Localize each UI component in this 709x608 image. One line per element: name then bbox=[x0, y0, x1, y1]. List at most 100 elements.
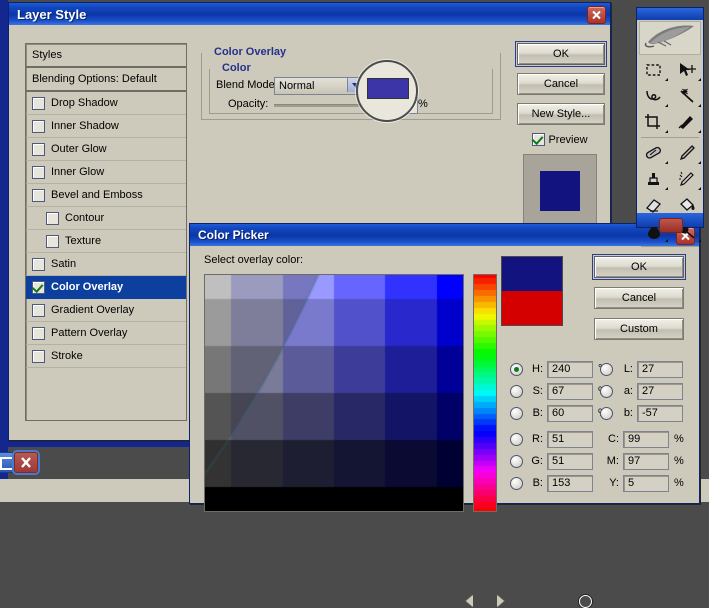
style-enable-checkbox[interactable] bbox=[32, 166, 45, 179]
color-mode-radio[interactable] bbox=[510, 407, 523, 420]
brush-icon[interactable] bbox=[670, 140, 703, 166]
magic-wand-icon[interactable] bbox=[670, 83, 703, 109]
color-mode-radio[interactable] bbox=[510, 363, 523, 376]
color-value-label: H: bbox=[526, 363, 543, 375]
color-value-label: L: bbox=[616, 363, 633, 375]
color-value-row: S:67% bbox=[510, 382, 608, 400]
style-enable-checkbox[interactable] bbox=[32, 258, 45, 271]
preview-checkbox[interactable] bbox=[532, 133, 545, 146]
crop-icon[interactable] bbox=[637, 109, 670, 135]
color-value-text: 97 bbox=[628, 455, 640, 467]
style-enable-checkbox[interactable] bbox=[32, 281, 45, 294]
blend-mode-label: Blend Mode: bbox=[216, 79, 278, 91]
overlay-color-swatch[interactable] bbox=[365, 76, 409, 95]
color-value-input[interactable]: 240 bbox=[547, 361, 593, 378]
color-picker-titlebar[interactable]: Color Picker bbox=[190, 224, 699, 246]
style-enable-checkbox[interactable] bbox=[32, 189, 45, 202]
color-value-input[interactable]: 97 bbox=[623, 453, 669, 470]
style-list-item[interactable]: Color Overlay bbox=[26, 276, 186, 299]
hue-marker-right bbox=[497, 595, 504, 607]
style-enable-checkbox[interactable] bbox=[32, 350, 45, 363]
color-value-input[interactable]: 67 bbox=[547, 383, 593, 400]
opacity-slider-track[interactable] bbox=[274, 104, 374, 107]
style-item-label: Gradient Overlay bbox=[51, 304, 134, 316]
style-enable-checkbox[interactable] bbox=[32, 97, 45, 110]
style-item-label: Pattern Overlay bbox=[51, 327, 127, 339]
preview-box bbox=[523, 154, 597, 228]
style-list-item[interactable]: Outer Glow bbox=[26, 138, 186, 161]
preview-row[interactable]: Preview bbox=[517, 133, 603, 146]
color-overlay-group-label: Color Overlay bbox=[210, 46, 290, 58]
style-enable-checkbox[interactable] bbox=[32, 143, 45, 156]
chevron-down-icon[interactable] bbox=[347, 78, 364, 92]
style-enable-checkbox[interactable] bbox=[32, 120, 45, 133]
slice-icon[interactable] bbox=[670, 109, 703, 135]
opacity-input[interactable]: 100 bbox=[377, 97, 418, 114]
move-icon[interactable] bbox=[670, 57, 703, 83]
cp-custom-button[interactable]: Custom bbox=[594, 318, 684, 340]
tools-palette-close-button[interactable] bbox=[659, 218, 683, 233]
new-style-button[interactable]: New Style... bbox=[517, 103, 605, 125]
style-list-item[interactable]: Blending Options: Default bbox=[26, 68, 186, 92]
style-list-item[interactable]: Gradient Overlay bbox=[26, 299, 186, 322]
color-field[interactable] bbox=[204, 274, 464, 512]
color-field-cursor[interactable] bbox=[579, 595, 592, 608]
healing-brush-icon[interactable] bbox=[637, 140, 670, 166]
cancel-button[interactable]: Cancel bbox=[517, 73, 605, 95]
color-mode-radio[interactable] bbox=[600, 407, 613, 420]
lasso-icon[interactable] bbox=[637, 83, 670, 109]
color-value-input[interactable]: -57 bbox=[637, 405, 683, 422]
color-value-input[interactable]: 51 bbox=[547, 431, 593, 448]
style-enable-checkbox[interactable] bbox=[32, 304, 45, 317]
color-mode-radio[interactable] bbox=[510, 455, 523, 468]
color-mode-radio[interactable] bbox=[510, 385, 523, 398]
style-list-item[interactable]: Stroke bbox=[26, 345, 186, 368]
color-mode-radio[interactable] bbox=[600, 363, 613, 376]
style-list-item[interactable]: Pattern Overlay bbox=[26, 322, 186, 345]
styles-list[interactable]: Styles Blending Options: DefaultDrop Sha… bbox=[25, 43, 187, 421]
color-value-input[interactable]: 51 bbox=[547, 453, 593, 470]
color-compare-swatch[interactable] bbox=[501, 256, 563, 326]
style-list-item[interactable]: Inner Shadow bbox=[26, 115, 186, 138]
style-item-label: Color Overlay bbox=[51, 281, 123, 293]
color-value-input[interactable]: 27 bbox=[637, 361, 683, 378]
layer-style-close-button[interactable] bbox=[587, 6, 606, 24]
style-list-item[interactable]: Satin bbox=[26, 253, 186, 276]
color-mode-radio[interactable] bbox=[510, 433, 523, 446]
color-value-input[interactable]: 99 bbox=[623, 431, 669, 448]
tools-palette-titlebar[interactable] bbox=[637, 8, 703, 20]
color-mode-radio[interactable] bbox=[510, 477, 523, 490]
tool-flyout-indicator bbox=[665, 130, 668, 133]
color-value-input[interactable]: 5 bbox=[623, 475, 669, 492]
style-enable-checkbox[interactable] bbox=[46, 212, 59, 225]
style-list-item[interactable]: Inner Glow bbox=[26, 161, 186, 184]
style-list-item[interactable]: Contour bbox=[26, 207, 186, 230]
color-subgroup-label: Color bbox=[218, 62, 255, 74]
tool-flyout-indicator bbox=[665, 104, 668, 107]
history-brush-icon[interactable] bbox=[670, 166, 703, 192]
current-color-swatch[interactable] bbox=[502, 291, 562, 325]
cp-cancel-button[interactable]: Cancel bbox=[594, 287, 684, 309]
layer-style-titlebar[interactable]: Layer Style bbox=[9, 3, 610, 25]
tools-palette bbox=[636, 7, 704, 228]
color-mode-radio[interactable] bbox=[600, 385, 613, 398]
color-value-input[interactable]: 60 bbox=[547, 405, 593, 422]
color-value-input[interactable]: 27 bbox=[637, 383, 683, 400]
color-value-label: C: bbox=[602, 433, 619, 445]
style-list-item[interactable]: Bevel and Emboss bbox=[26, 184, 186, 207]
hue-slider[interactable] bbox=[473, 274, 497, 512]
window-close-button[interactable] bbox=[14, 452, 38, 473]
ok-button[interactable]: OK bbox=[517, 43, 605, 65]
cp-ok-button[interactable]: OK bbox=[594, 256, 684, 278]
blend-mode-select[interactable]: Normal bbox=[274, 77, 365, 95]
color-value-text: 67 bbox=[552, 385, 564, 397]
style-enable-checkbox[interactable] bbox=[46, 235, 59, 248]
clone-stamp-icon[interactable] bbox=[637, 166, 670, 192]
color-value-input[interactable]: 153 bbox=[547, 475, 593, 492]
style-list-item[interactable]: Drop Shadow bbox=[26, 92, 186, 115]
color-value-text: 5 bbox=[628, 477, 634, 489]
color-value-row: B:60% bbox=[510, 404, 608, 422]
style-list-item[interactable]: Texture bbox=[26, 230, 186, 253]
style-enable-checkbox[interactable] bbox=[32, 327, 45, 340]
marquee-icon[interactable] bbox=[637, 57, 670, 83]
